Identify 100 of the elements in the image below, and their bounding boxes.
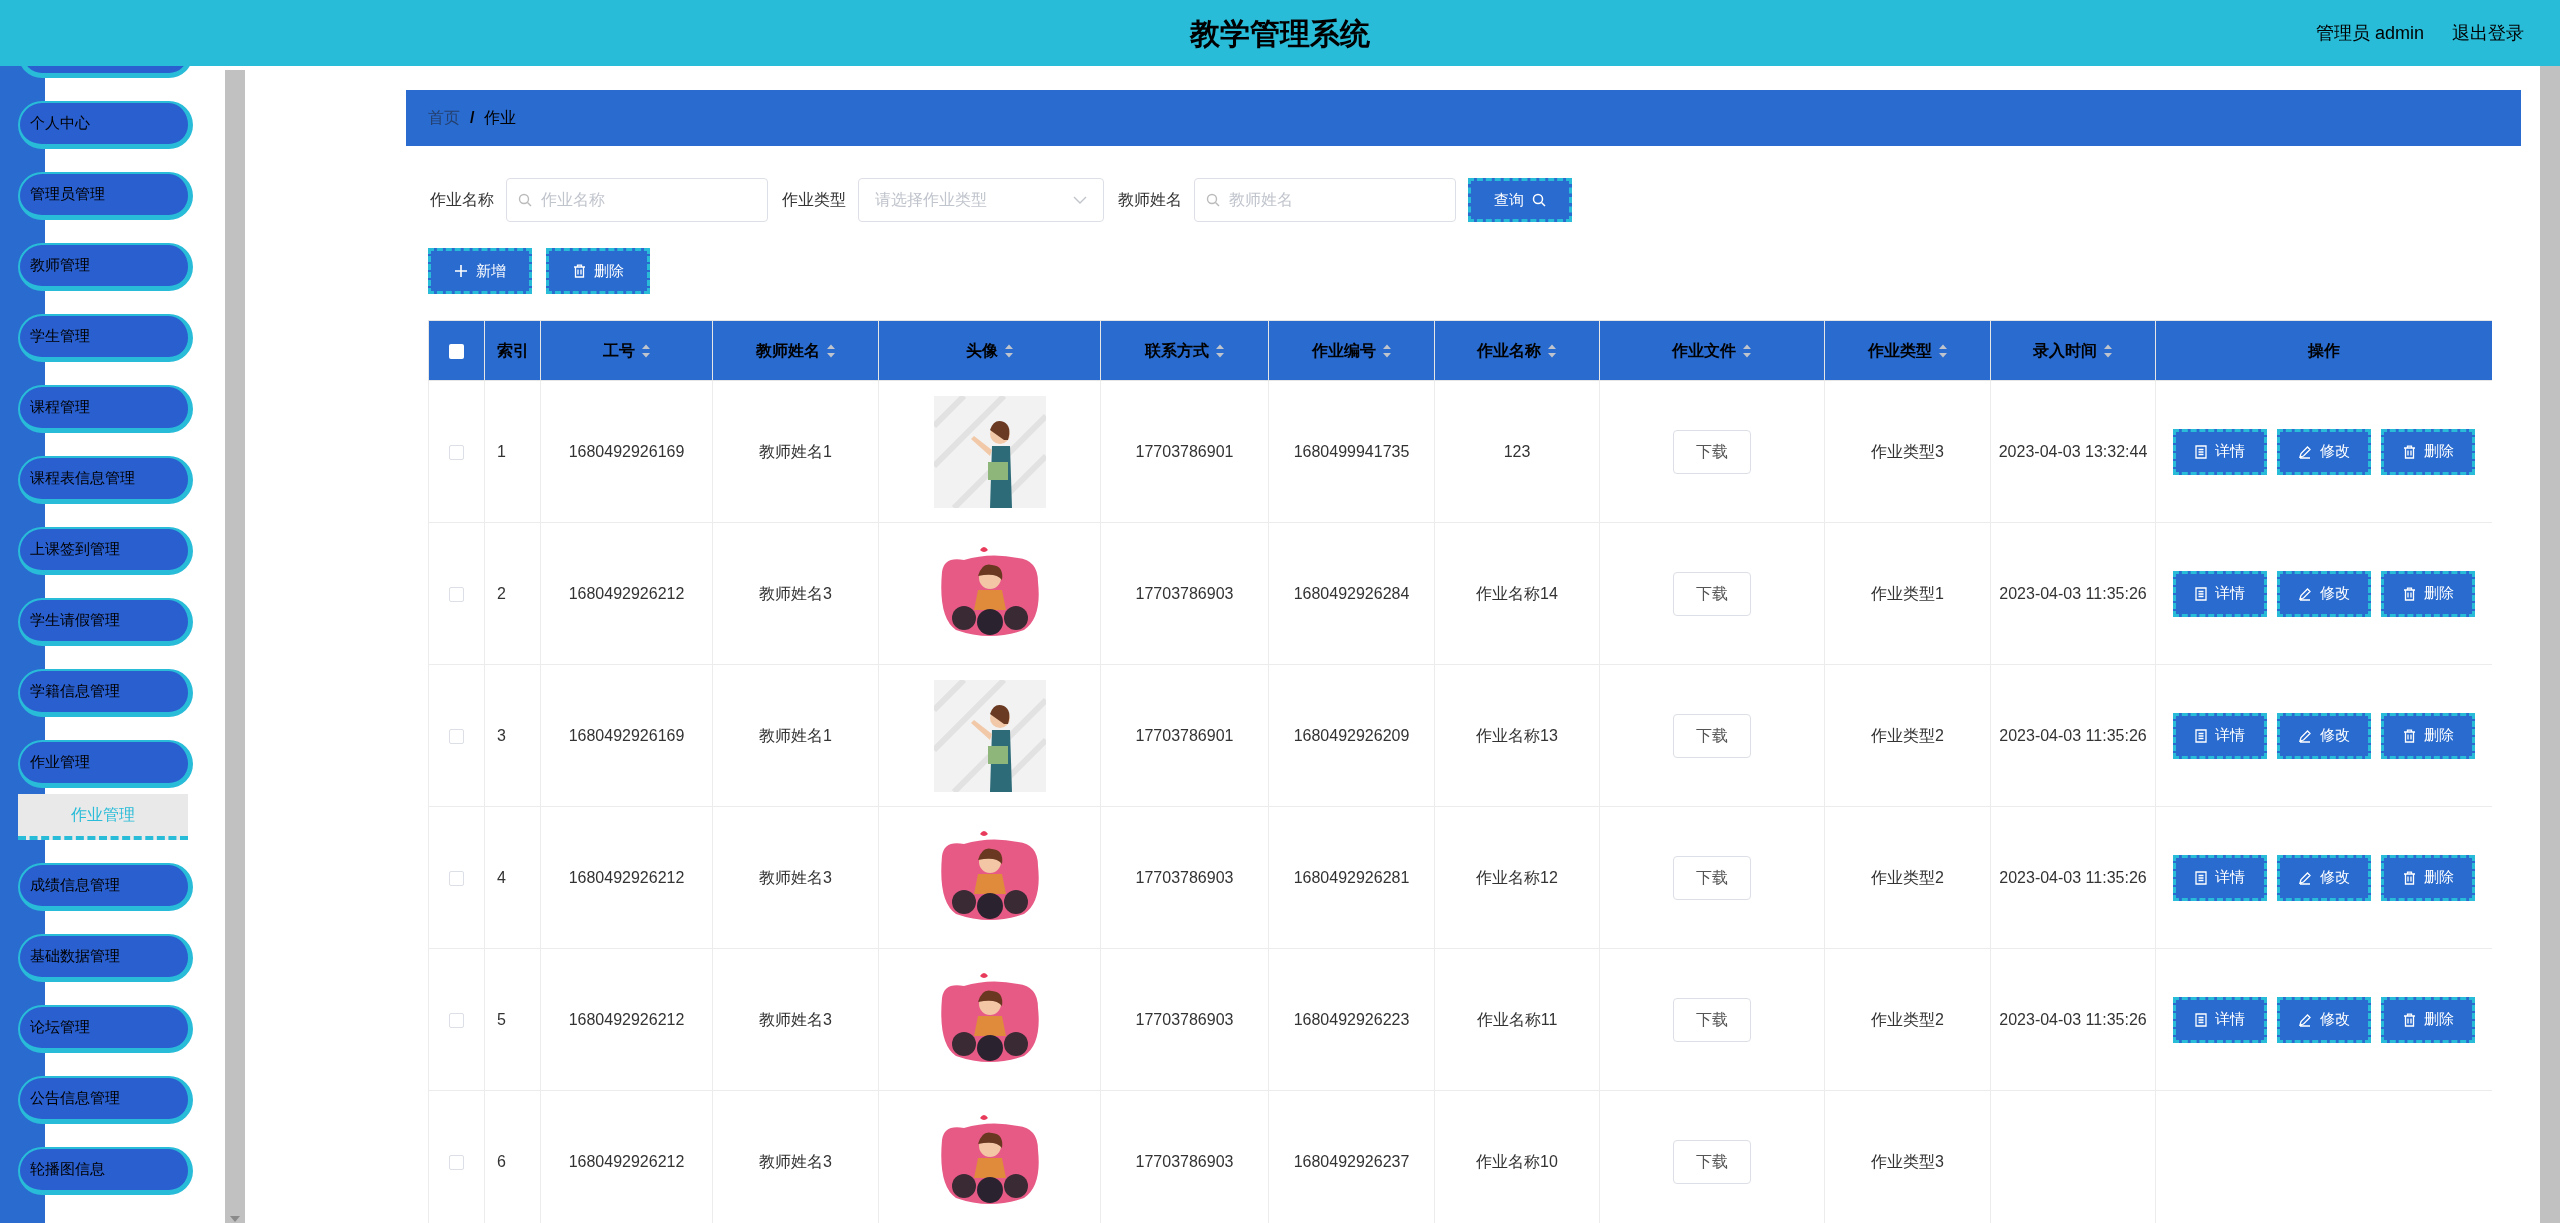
column-header[interactable]: 作业类型 <box>1867 338 1948 363</box>
menu-item[interactable]: 成绩信息管理 <box>18 863 193 911</box>
menu-item[interactable]: 课程管理 <box>18 385 193 433</box>
sort-icon[interactable] <box>1937 342 1948 359</box>
download-button[interactable]: 下载 <box>1673 571 1751 616</box>
edit-button[interactable]: 修改 <box>2277 570 2371 617</box>
menu-item[interactable]: 学生请假管理 <box>18 598 193 646</box>
delete-button[interactable]: 删除 <box>2381 854 2475 901</box>
column-header[interactable]: 教师姓名 <box>755 338 836 363</box>
download-button[interactable]: 下载 <box>1673 855 1751 900</box>
table-cell: 1680492926209 <box>1293 726 1410 744</box>
sort-icon[interactable] <box>1742 342 1752 359</box>
checkbox[interactable] <box>449 1012 464 1028</box>
edit-button[interactable]: 修改 <box>2277 996 2371 1043</box>
menu-item[interactable]: 公告信息管理 <box>18 1076 193 1124</box>
pencil-icon <box>2298 586 2312 601</box>
document-icon <box>2195 1012 2207 1027</box>
column-header[interactable]: 作业编号 <box>1311 338 1392 363</box>
table-cell: 作业类型3 <box>1871 442 1944 460</box>
pencil-icon <box>2298 444 2312 459</box>
delete-button[interactable]: 删除 <box>546 248 650 294</box>
add-button[interactable]: 新增 <box>428 248 532 294</box>
app-title: 教学管理系统 <box>1190 15 1370 52</box>
table-cell: 作业名称13 <box>1476 726 1558 744</box>
checkbox[interactable] <box>449 870 464 886</box>
menu-item[interactable]: 上课签到管理 <box>18 527 193 575</box>
search-field[interactable]: 教师姓名 <box>1194 178 1456 222</box>
sort-icon[interactable] <box>1214 342 1225 359</box>
menu-item[interactable]: 课程表信息管理 <box>18 456 193 504</box>
edit-button[interactable]: 修改 <box>2277 854 2371 901</box>
edit-button[interactable]: 修改 <box>2277 712 2371 759</box>
scrollbar[interactable] <box>225 70 245 1223</box>
table-cell: 作业名称10 <box>1476 1152 1558 1170</box>
pencil-icon <box>2298 728 2312 743</box>
menu-item[interactable]: 作业管理 <box>18 740 193 788</box>
delete-button[interactable]: 删除 <box>2381 570 2475 617</box>
table-cell: 教师姓名1 <box>759 442 832 460</box>
column-header[interactable]: 联系方式 <box>1144 338 1225 363</box>
column-header[interactable]: 录入时间 <box>2033 338 2113 363</box>
table-cell: 1680492926223 <box>1293 1010 1410 1028</box>
table-cell: 17703786903 <box>1135 1010 1234 1028</box>
checkbox[interactable] <box>449 1154 464 1170</box>
detail-button[interactable]: 详情 <box>2173 712 2267 759</box>
search-field[interactable]: 作业名称 <box>506 178 768 222</box>
detail-button[interactable]: 详情 <box>2173 854 2267 901</box>
table-cell: 4 <box>497 868 506 886</box>
delete-button[interactable]: 删除 <box>2381 996 2475 1043</box>
table-cell: 2023-04-03 11:35:26 <box>1999 868 2147 886</box>
checkbox[interactable] <box>449 444 464 460</box>
download-button[interactable]: 下载 <box>1673 997 1751 1042</box>
checkbox[interactable] <box>449 728 464 744</box>
sort-icon[interactable] <box>640 342 651 359</box>
table-cell: 作业类型3 <box>1871 1152 1944 1170</box>
breadcrumb-link[interactable]: 首页 <box>428 106 460 130</box>
download-button[interactable]: 下载 <box>1673 713 1751 758</box>
sort-icon[interactable] <box>825 342 836 359</box>
checkbox[interactable] <box>449 343 464 359</box>
menu-item[interactable]: 管理员管理 <box>18 172 193 220</box>
table-cell: 作业名称11 <box>1476 1010 1558 1028</box>
scrollbar[interactable] <box>2540 66 2560 1223</box>
table-cell: 教师姓名3 <box>759 868 832 886</box>
table-cell: 作业名称12 <box>1476 868 1558 886</box>
detail-button[interactable]: 详情 <box>2173 570 2267 617</box>
menu-item[interactable]: 学籍信息管理 <box>18 669 193 717</box>
table-cell: 1680492926169 <box>568 442 685 460</box>
menu-item[interactable]: 论坛管理 <box>18 1005 193 1053</box>
table-cell: 作业类型1 <box>1871 584 1944 602</box>
table-cell: 教师姓名3 <box>759 584 832 602</box>
table-cell: 1680492926284 <box>1293 584 1410 602</box>
column-header[interactable]: 工号 <box>602 338 651 363</box>
search-icon <box>1532 193 1546 207</box>
breadcrumb-link[interactable]: 作业 <box>484 106 517 130</box>
menu-item[interactable]: 个人中心 <box>18 101 193 149</box>
sort-icon[interactable] <box>2103 342 2113 359</box>
checkbox[interactable] <box>449 586 464 602</box>
sort-icon[interactable] <box>1547 342 1557 359</box>
menu-item[interactable]: 学生管理 <box>18 314 193 362</box>
delete-button[interactable]: 删除 <box>2381 428 2475 475</box>
logout-link[interactable]: 退出登录 <box>2452 19 2524 47</box>
sort-icon[interactable] <box>1381 342 1392 359</box>
scroll-down-icon[interactable] <box>229 1215 241 1223</box>
column-header[interactable]: 头像 <box>965 338 1014 363</box>
column-header[interactable]: 作业文件 <box>1672 338 1752 363</box>
column-header: 索引 <box>496 340 529 361</box>
menu-item[interactable]: 轮播图信息 <box>18 1147 193 1195</box>
download-button[interactable]: 下载 <box>1673 1139 1751 1184</box>
menu-item[interactable]: 教师管理 <box>18 243 193 291</box>
edit-button[interactable]: 修改 <box>2277 428 2371 475</box>
sort-icon[interactable] <box>1003 342 1014 359</box>
detail-button[interactable]: 详情 <box>2173 428 2267 475</box>
menu-item[interactable]: 基础数据管理 <box>18 934 193 982</box>
plus-icon <box>454 264 468 278</box>
column-header[interactable]: 作业名称 <box>1477 338 1557 363</box>
table-cell: 作业类型2 <box>1871 868 1944 886</box>
download-button[interactable]: 下载 <box>1673 429 1751 474</box>
delete-button[interactable]: 删除 <box>2381 712 2475 759</box>
table-cell: 1680492926281 <box>1293 868 1410 886</box>
query-button[interactable]: 查询 <box>1468 178 1572 222</box>
detail-button[interactable]: 详情 <box>2173 996 2267 1043</box>
document-icon <box>2195 586 2207 601</box>
